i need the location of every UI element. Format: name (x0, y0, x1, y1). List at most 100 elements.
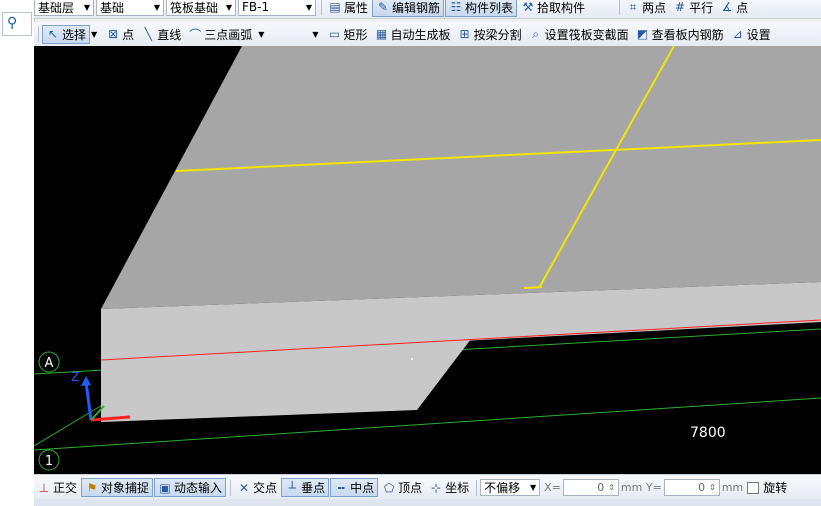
select-button[interactable]: ↖ 选择 (42, 24, 91, 44)
rectangle-button[interactable]: ▭ 矩形 (325, 25, 371, 44)
intersection-label: 交点 (253, 481, 278, 495)
perpendicular-button[interactable]: ┴ 垂点 (281, 478, 330, 497)
chevron-down-icon[interactable]: ▼ (91, 30, 97, 39)
axis-1-label: 1 (45, 454, 53, 469)
z-arrow-head (81, 376, 91, 386)
snap-toolbar: ⊥ 正交 ⚑ 对象捕捉 ▣ 动态输入 ✕ 交点 ┴ 垂点 ╍ 中点 ⬠ 顶点 ⊹ 坐标 不偏移 ▼… (34, 474, 821, 501)
chevron-down-icon: ▼ (153, 2, 160, 12)
chevron-down-icon: ▼ (305, 2, 312, 12)
arc-button[interactable]: ⌒ 三点画弧 ▼ (185, 25, 267, 44)
parallel-button[interactable]: # 平行 (670, 0, 716, 17)
rectangle-icon: ▭ (328, 27, 341, 41)
slab-top-face (101, 46, 821, 309)
settings-button[interactable]: ⊿ 设置 (728, 25, 774, 44)
grid-icon: ▦ (375, 27, 388, 41)
component-toolbar: 基础层 ▼ 基础 ▼ 筏板基础 ▼ FB-1 ▼ ▤ 属性 ✎ 编辑钢筋 ☷ 构件列表 ⚒ 拾取… (34, 0, 821, 19)
category-select[interactable]: 基础 ▼ (96, 0, 164, 16)
select-label: 选择 (62, 27, 87, 42)
y-input[interactable]: 0 ⇕ (663, 479, 720, 496)
separator (619, 0, 621, 15)
intersection-button[interactable]: ✕ 交点 (234, 478, 280, 497)
pick-component-button[interactable]: ⚒ 拾取构件 (518, 0, 588, 17)
point-label: 点 (122, 27, 135, 42)
pick-component-label: 拾取构件 (537, 0, 586, 15)
offset-select[interactable]: 不偏移 ▼ (480, 479, 541, 496)
list-icon: ☷ (450, 0, 462, 14)
dynamic-input-label: 动态输入 (174, 481, 223, 495)
split-by-beam-button[interactable]: ⊞ 按梁分割 (455, 25, 525, 44)
line-button[interactable]: ╲ 直线 (138, 25, 184, 44)
parallel-label: 平行 (689, 0, 714, 15)
drawing-viewport[interactable]: A 1 Z 7800 (34, 46, 821, 474)
x-value: 0 (597, 481, 605, 494)
drawing-toolbar: ↖ 选择 ▼ ⊠ 点 ╲ 直线 ⌒ 三点画弧 ▼ ▼ ▭ 矩形 ▦ 自动生成板 ⊞ 按梁分割 ⌕… (34, 22, 821, 47)
property-button[interactable]: ▤ 属性 (325, 0, 371, 17)
coordinate-button[interactable]: ⊹ 坐标 (426, 478, 472, 497)
window-bottom-edge (34, 499, 821, 506)
two-points-label: 两点 (642, 0, 667, 15)
set-section-label: 设置筏板变截面 (544, 27, 629, 42)
component-list-button[interactable]: ☷ 构件列表 (445, 0, 518, 17)
two-points-button[interactable]: ⌗ 两点 (623, 0, 669, 17)
component-list-label: 构件列表 (465, 0, 514, 15)
point-button[interactable]: ⊠ 点 (103, 25, 137, 44)
x-label: X= (544, 481, 561, 494)
model-canvas[interactable]: A 1 Z 7800 (34, 46, 821, 474)
y-label: mm Y= (620, 481, 662, 494)
spinner-icon: ⇕ (709, 483, 716, 492)
cursor-dot (411, 358, 413, 360)
object-snap-button[interactable]: ⚑ 对象捕捉 (81, 478, 154, 497)
separator (476, 479, 478, 496)
settings-icon: ⊿ (732, 27, 743, 41)
floor-select[interactable]: 基础层 ▼ (34, 0, 94, 16)
chevron-down-icon[interactable]: ▼ (312, 30, 318, 39)
ortho-label: 正交 (53, 481, 78, 495)
midpoint-icon: ╍ (337, 480, 345, 495)
edit-rebar-label: 编辑钢筋 (392, 0, 441, 15)
floor-value: 基础层 (38, 0, 75, 15)
separator (230, 479, 232, 496)
grid-line-diagonal (34, 403, 105, 447)
section-icon: ⌕ (532, 26, 539, 41)
eyedropper-icon: ⚒ (522, 0, 534, 14)
point-angle-icon: ∡ (721, 0, 733, 14)
split-by-beam-label: 按梁分割 (473, 27, 522, 42)
dynamic-input-button[interactable]: ▣ 动态输入 (154, 478, 227, 497)
point-icon: ⊠ (108, 27, 119, 41)
line-icon: ╲ (144, 27, 152, 41)
rectangle-label: 矩形 (343, 27, 368, 42)
midpoint-button[interactable]: ╍ 中点 (330, 478, 379, 497)
offset-value: 不偏移 (484, 481, 521, 495)
component-select[interactable]: FB-1 ▼ (238, 0, 316, 16)
type-value: 筏板基础 (170, 0, 219, 15)
view-rebar-label: 查看板内钢筋 (651, 27, 724, 42)
x-input[interactable]: 0 ⇕ (562, 479, 619, 496)
category-value: 基础 (100, 0, 125, 15)
arc-label: 三点画弧 (204, 27, 253, 42)
chevron-down-icon: ▼ (258, 29, 265, 39)
chevron-down-icon: ▼ (83, 2, 90, 12)
perpendicular-label: 垂点 (301, 481, 326, 495)
point-angle-label: 点 (736, 0, 749, 15)
snap-icon: ⚑ (86, 480, 98, 495)
intersection-icon: ✕ (239, 480, 250, 495)
view-rebar-button[interactable]: ◩ 查看板内钢筋 (633, 25, 727, 44)
type-select[interactable]: 筏板基础 ▼ (166, 0, 236, 16)
edit-rebar-button[interactable]: ✎ 编辑钢筋 (372, 0, 445, 17)
separator (38, 26, 39, 42)
grid-tick-yellow (523, 286, 543, 289)
midpoint-label: 中点 (350, 481, 375, 495)
chevron-down-icon: ▼ (529, 483, 537, 492)
set-section-button[interactable]: ⌕ 设置筏板变截面 (526, 25, 632, 44)
parallel-icon: # (675, 0, 686, 14)
separator (321, 0, 322, 15)
rotate-checkbox[interactable] (747, 481, 760, 494)
point-angle-button[interactable]: ∡ 点 (717, 0, 751, 17)
ortho-icon: ⊥ (38, 480, 50, 495)
ortho-button[interactable]: ⊥ 正交 (34, 478, 80, 497)
search-icon[interactable]: ⚲ (7, 15, 17, 31)
vertex-button[interactable]: ⬠ 顶点 (379, 478, 425, 497)
rotate-label: 旋转 (763, 481, 788, 495)
auto-generate-button[interactable]: ▦ 自动生成板 (372, 25, 454, 44)
search-box[interactable]: ⚲ (2, 12, 32, 36)
